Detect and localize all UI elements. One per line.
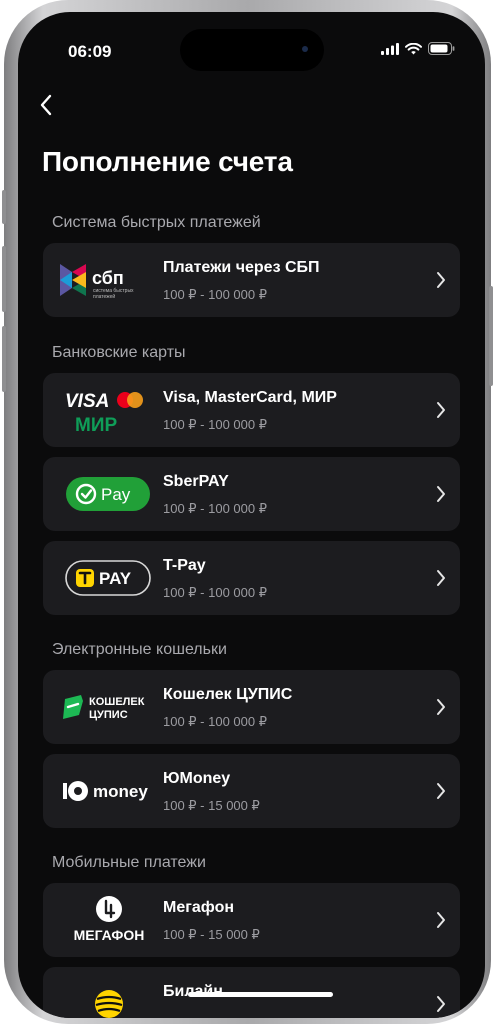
cellular-signal-icon [381, 42, 399, 55]
cupis-logo-sub: ЦУПИС [89, 709, 128, 721]
megafon-icon: МЕГАФОН [74, 896, 145, 943]
sbp-logo: сбп система быстрых платежей [55, 251, 163, 309]
sberpay-icon: Pay [66, 477, 150, 511]
method-range: 100 ₽ - 100 000 ₽ [163, 501, 267, 516]
yoomoney-icon: money [63, 781, 148, 801]
power-button [489, 286, 493, 386]
cupis-logo-text: КОШЕЛЕК [89, 696, 145, 708]
yoomoney-logo-text: money [93, 782, 148, 801]
section-title-mobile: Мобильные платежи [52, 854, 206, 871]
chevron-right-icon [437, 486, 445, 502]
sbp-logo-sub2: платежей [93, 293, 115, 300]
camera-icon [302, 46, 308, 52]
payment-method-cards[interactable]: VISA МИР Visa, MasterCard, МИР 100 ₽ - 1… [43, 373, 460, 447]
method-range: 100 ₽ - 100 000 ₽ [163, 287, 267, 302]
method-range: 100 ₽ - 15 000 ₽ [163, 927, 260, 942]
tpay-logo-text: PAY [99, 569, 132, 588]
chevron-right-icon [437, 402, 445, 418]
status-bar: 06:09 [18, 12, 485, 72]
battery-icon [428, 42, 455, 55]
method-range: 100 ₽ - 100 000 ₽ [163, 417, 267, 432]
payment-method-cupis[interactable]: КОШЕЛЕК ЦУПИС Кошелек ЦУПИС 100 ₽ - 100 … [43, 670, 460, 744]
back-arrow-icon[interactable] [36, 90, 60, 120]
wifi-icon [405, 42, 422, 54]
sberpay-logo: Pay [55, 465, 163, 523]
tpay-icon: PAY [65, 560, 151, 596]
payment-method-megafon[interactable]: МЕГАФОН Мегафон 100 ₽ - 15 000 ₽ [43, 883, 460, 957]
status-time: 06:09 [68, 42, 112, 61]
method-name: ЮMoney [163, 770, 231, 787]
sbp-logo-text: сбп [92, 268, 124, 288]
method-name: Кошелек ЦУПИС [163, 686, 293, 703]
payment-method-yoomoney[interactable]: money ЮMoney 100 ₽ - 15 000 ₽ [43, 754, 460, 828]
yoomoney-logo: money [55, 762, 163, 820]
page-title: Пополнение счета [42, 146, 293, 177]
section-title-bank-cards: Банковские карты [52, 344, 186, 361]
chevron-right-icon [437, 570, 445, 586]
payment-method-tpay[interactable]: PAY T-Pay 100 ₽ - 100 000 ₽ [43, 541, 460, 615]
status-icons [381, 42, 455, 55]
sberpay-logo-text: Pay [101, 485, 131, 504]
chevron-right-icon [437, 783, 445, 799]
section-title-e-wallets: Электронные кошельки [52, 641, 227, 658]
cards-icon: VISA МИР [65, 391, 143, 435]
chevron-right-icon [437, 272, 445, 288]
method-name: SberPAY [163, 473, 229, 490]
mute-switch [2, 190, 6, 224]
section-title-sbp: Система быстрых платежей [52, 214, 261, 231]
home-indicator[interactable] [188, 992, 333, 997]
method-name: T-Pay [163, 557, 206, 574]
method-name: Платежи через СБП [163, 259, 320, 276]
screen: 06:09 Пополнение счета Система быстрых п… [18, 12, 485, 1018]
sbp-icon: сбп система быстрых платежей [60, 264, 134, 300]
beeline-icon [95, 990, 123, 1018]
volume-up-button [2, 246, 6, 312]
dynamic-island [180, 29, 324, 71]
chevron-right-icon [437, 912, 445, 928]
beeline-logo [55, 975, 163, 1018]
payment-method-sbp[interactable]: сбп система быстрых платежей Платежи чер… [43, 243, 460, 317]
visa-mastercard-mir-logo: VISA МИР [55, 381, 163, 439]
phone-frame: 06:09 Пополнение счета Система быстрых п… [2, 0, 493, 1024]
chevron-right-icon [437, 699, 445, 715]
mir-logo-text: МИР [75, 415, 117, 435]
payment-method-sberpay[interactable]: Pay SberPAY 100 ₽ - 100 000 ₽ [43, 457, 460, 531]
method-range: 100 ₽ - 100 000 ₽ [163, 585, 267, 600]
megafon-logo: МЕГАФОН [55, 891, 163, 949]
method-range: 100 ₽ - 100 000 ₽ [163, 714, 267, 729]
visa-logo-text: VISA [65, 391, 109, 412]
chevron-right-icon [437, 996, 445, 1012]
volume-down-button [2, 326, 6, 392]
method-name: Visa, MasterCard, МИР [163, 389, 337, 406]
megafon-logo-text: МЕГАФОН [74, 927, 145, 943]
cupis-logo: КОШЕЛЕК ЦУПИС [55, 678, 163, 736]
tpay-logo: PAY [55, 549, 163, 607]
method-range: 100 ₽ - 15 000 ₽ [163, 798, 260, 813]
method-name: Мегафон [163, 899, 235, 916]
cupis-icon: КОШЕЛЕК ЦУПИС [63, 695, 145, 721]
